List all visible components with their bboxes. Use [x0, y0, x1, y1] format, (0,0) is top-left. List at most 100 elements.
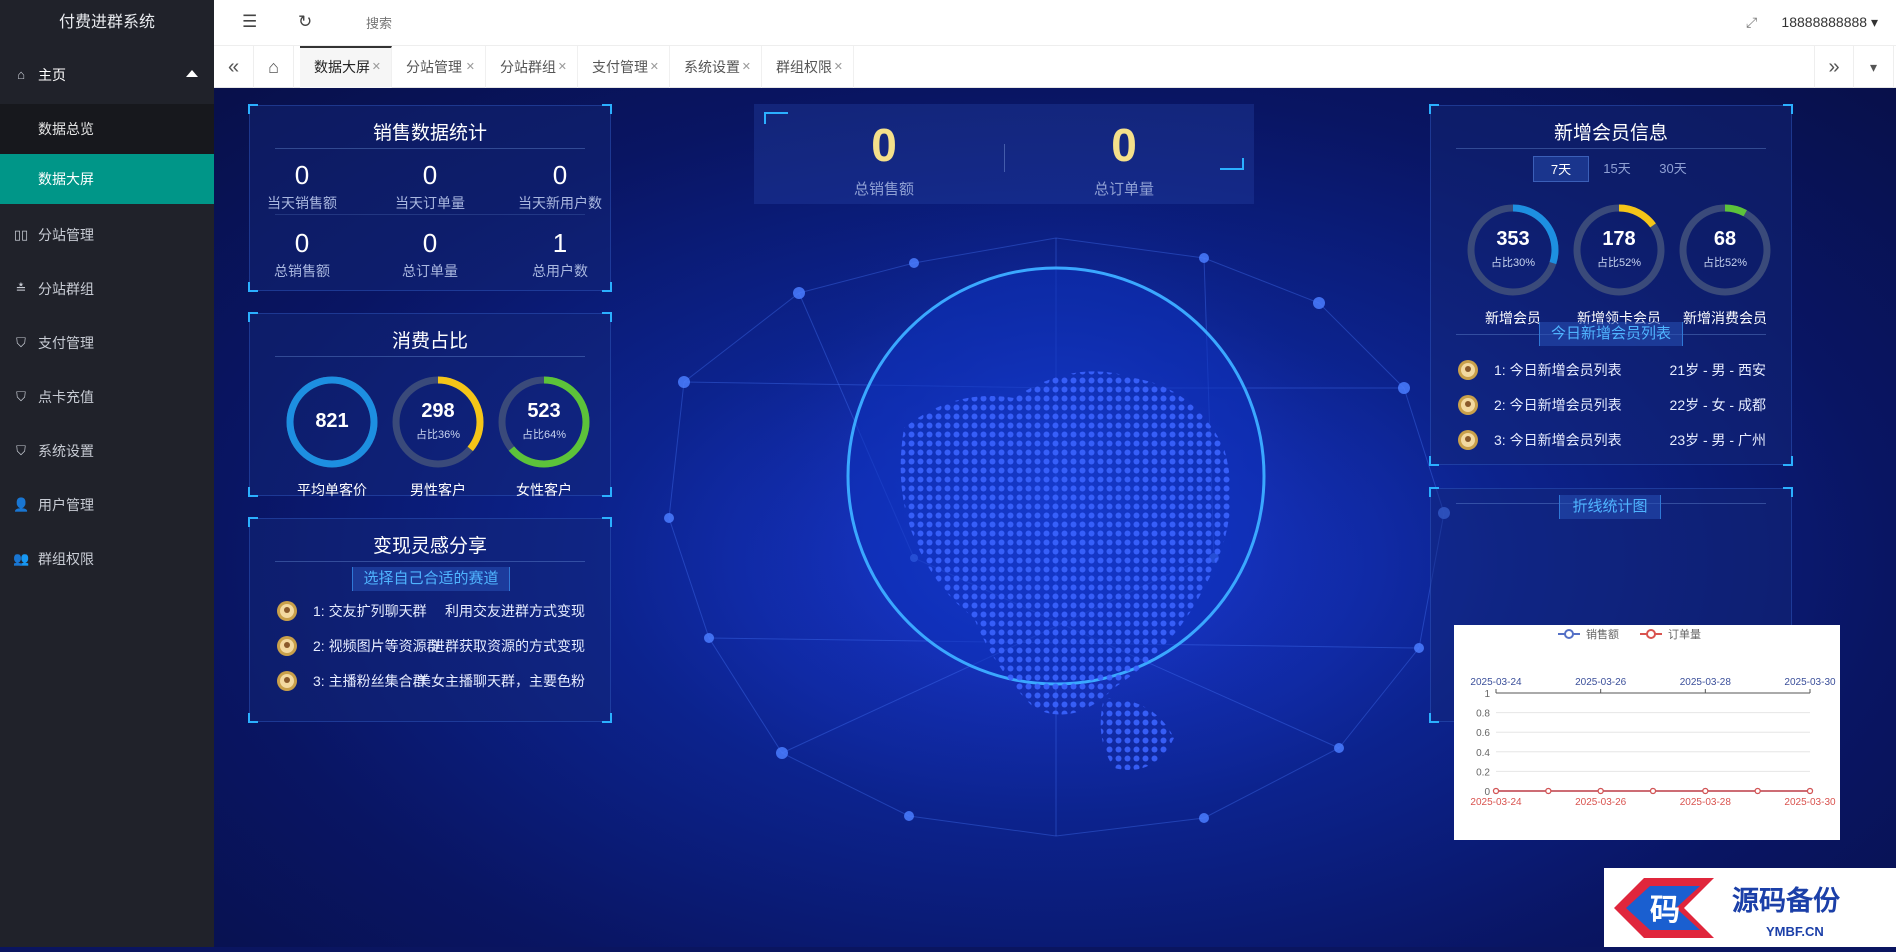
sidebar-item-users[interactable]: 👤 用户管理 [0, 478, 214, 532]
sidebar-item-branch-groups[interactable]: ≛ 分站群组 [0, 262, 214, 316]
sidebar-item-payment[interactable]: ⛉ 支付管理 [0, 316, 214, 370]
logo-title: 源码备份 [1732, 886, 1840, 917]
logo-url: YMBF.CN [1766, 924, 1824, 939]
tab-branch-groups[interactable]: 分站群组 ✕ [486, 46, 578, 88]
tab-settings[interactable]: 系统设置 ✕ [670, 46, 762, 88]
total-orders-value: 0 [1111, 119, 1137, 171]
sidebar-item-label: 群组权限 [38, 551, 94, 567]
close-icon[interactable]: ✕ [742, 46, 751, 88]
user-account[interactable]: 18888888888 ▾ [1781, 14, 1878, 31]
line-chart-title: 折线统计图 [1559, 495, 1661, 519]
medal-icon [1458, 430, 1478, 450]
stat-total-sales: 0 总销售额 [274, 228, 330, 279]
list-item: 3: 主播粉丝集合群 美女主播聊天群，主要色粉 [275, 667, 585, 695]
y-tick-label: 0.2 [1476, 767, 1490, 778]
sidebar-sub-bigscreen[interactable]: 数据大屏 [0, 154, 214, 204]
tab-label: 支付管理 [592, 59, 648, 75]
sidebar-item-home[interactable]: ⌂ 主页 [0, 46, 214, 104]
logo-graphic: 码 源码备份 YMBF.CN [1614, 878, 1840, 939]
sidebar-item-label: 主页 [38, 67, 66, 83]
data-point [1545, 787, 1552, 795]
menu-collapse-icon[interactable]: ☰ [242, 12, 257, 32]
shield-icon: ⛉ [16, 335, 26, 350]
tab-payment[interactable]: 支付管理 ✕ [578, 46, 670, 88]
ring-percent: 占比52% [1596, 257, 1642, 269]
home-tab-icon[interactable]: ⌂ [254, 46, 294, 88]
tab-label: 系统设置 [684, 59, 740, 75]
sidebar-item-recharge[interactable]: ⛉ 点卡充值 [0, 370, 214, 424]
close-icon[interactable]: ✕ [834, 46, 843, 88]
list-item: 2: 今日新增会员列表 22岁 - 女 - 成都 [1456, 391, 1766, 419]
ring-value: 821 [315, 410, 349, 432]
sidebar-item-label: 支付管理 [38, 335, 94, 351]
close-icon[interactable]: ✕ [558, 46, 567, 88]
data-point [1597, 787, 1604, 795]
tab-dropdown-icon[interactable]: ▾ [1854, 46, 1894, 88]
sidebar-item-label: 分站群组 [38, 281, 94, 297]
ring-percent: 占比64% [521, 429, 567, 441]
search-input[interactable] [366, 10, 566, 36]
ring-value: 68 [1713, 228, 1737, 250]
caret-up-icon [186, 70, 198, 77]
sidebar-item-branch[interactable]: ▯▯ 分站管理 [0, 208, 214, 262]
stat-total-users: 1 总用户数 [532, 228, 588, 279]
tab-next-icon[interactable]: » [1814, 46, 1854, 88]
center-totals: 0 总销售额 0 总订单量 [754, 104, 1254, 204]
refresh-icon[interactable]: ↻ [298, 12, 312, 32]
legend-marker [1564, 629, 1574, 639]
data-point [1806, 787, 1814, 795]
ring-percent: 占比30% [1490, 257, 1536, 269]
stat-today-new-users: 0 当天新用户数 [518, 160, 602, 211]
close-icon[interactable]: ✕ [650, 46, 659, 88]
bottom-x-tick-label: 2025-03-26 [1575, 797, 1627, 808]
list-item: 3: 今日新增会员列表 23岁 - 男 - 广州 [1456, 426, 1766, 454]
list-item: 1: 今日新增会员列表 21岁 - 男 - 西安 [1456, 356, 1766, 384]
stat-today-sales: 0 当天销售额 [267, 160, 337, 211]
legend-label: 销售额 [1586, 627, 1619, 641]
top-x-tick-label: 2025-03-30 [1784, 677, 1836, 688]
legend-label: 订单量 [1668, 628, 1701, 641]
data-point [1492, 787, 1500, 795]
tab-branch[interactable]: 分站管理 ✕ [392, 46, 486, 88]
data-point [1649, 787, 1657, 795]
app-title: 付费进群系统 [0, 0, 214, 46]
fullscreen-icon[interactable]: ⤢ [1746, 14, 1757, 31]
ring-percent: 占比36% [415, 429, 461, 441]
range-tab-15d[interactable]: 15天 [1589, 156, 1645, 182]
top-x-tick-label: 2025-03-28 [1680, 677, 1732, 688]
y-tick-label: 0.6 [1476, 728, 1490, 739]
members-panel: 新增会员信息 7天 15天 30天 353 占比30% 新增会员 178 占比52% 新增… [1429, 104, 1793, 466]
watermark-logo: 码 源码备份 YMBF.CN [1604, 868, 1896, 947]
tab-prev-icon[interactable]: « [214, 46, 254, 88]
panel-title: 新增会员信息 [1553, 123, 1668, 144]
shield-icon: ⛉ [16, 389, 26, 404]
sidebar-item-group-perm[interactable]: 👥 群组权限 [0, 532, 214, 586]
line-chart-svg: 销售额 订单量10.80.60.40.202025-03-24 2025-03-26… [1470, 627, 1836, 808]
data-point [1702, 787, 1709, 795]
ring-value: 353 [1496, 228, 1530, 250]
tab-label: 分站管理 [406, 59, 462, 75]
member-list-title: 今日新增会员列表 [1539, 322, 1683, 346]
sidebar-item-settings[interactable]: ⛉ 系统设置 [0, 424, 214, 478]
sidebar-sub-overview[interactable]: 数据总览 [0, 104, 214, 154]
medal-icon [277, 636, 297, 656]
close-icon[interactable]: ✕ [372, 48, 381, 86]
range-tab-7d[interactable]: 7天 [1533, 156, 1589, 182]
top-x-tick-label: 2025-03-24 [1470, 677, 1522, 688]
bottom-x-tick-label: 2025-03-30 [1784, 797, 1836, 808]
y-tick-label: 0.4 [1476, 748, 1490, 759]
tab-group-perm[interactable]: 群组权限 ✕ [762, 46, 854, 88]
ideas-subtitle: 选择自己合适的赛道 [352, 567, 510, 591]
users-icon: 👥 [13, 551, 30, 566]
panel-title: 消费占比 [391, 331, 468, 352]
close-icon[interactable]: ✕ [466, 46, 475, 88]
tab-bigscreen[interactable]: 数据大屏 ✕ [300, 46, 392, 88]
shield-icon: ⛉ [16, 443, 26, 458]
ideas-panel: 变现灵感分享 选择自己合适的赛道 1: 交友扩列聊天群 利用交友进群方式变现 2:… [248, 517, 612, 723]
medal-icon [1458, 395, 1478, 415]
medal-icon [1458, 360, 1478, 380]
range-tab-30d[interactable]: 30天 [1645, 156, 1701, 182]
bottom-x-tick-label: 2025-03-28 [1680, 797, 1732, 808]
ring-label: 女性客户 [516, 482, 572, 498]
panel-title: 变现灵感分享 [372, 536, 487, 557]
